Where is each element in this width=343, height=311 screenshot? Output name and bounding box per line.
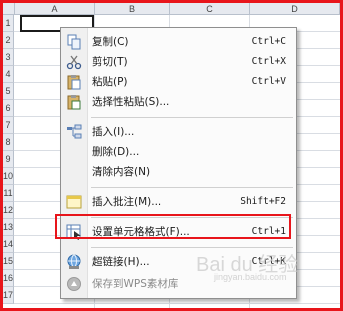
row-header[interactable]: 9 bbox=[3, 151, 14, 168]
row-header[interactable]: 3 bbox=[3, 49, 14, 66]
watermark-url: jingyan.baidu.com bbox=[214, 272, 287, 282]
row-gridline bbox=[14, 303, 340, 304]
copy-icon bbox=[66, 34, 82, 50]
menu-item-clear-contents[interactable]: 清除内容(N) bbox=[62, 162, 294, 182]
row-header[interactable]: 5 bbox=[3, 83, 14, 100]
menu-item-insert-comment[interactable]: 插入批注(M)... Shift+F2 bbox=[62, 192, 294, 212]
row-header[interactable]: 7 bbox=[3, 117, 14, 134]
menu-item-paste-special[interactable]: 选择性粘贴(S)... bbox=[62, 92, 294, 112]
row-header[interactable]: 6 bbox=[3, 100, 14, 117]
row-header[interactable]: 14 bbox=[3, 236, 14, 253]
row-header[interactable]: 11 bbox=[3, 185, 14, 202]
insert-icon bbox=[66, 124, 82, 140]
row-header[interactable]: 4 bbox=[3, 66, 14, 83]
column-header-a[interactable]: A bbox=[15, 3, 95, 15]
column-header-b[interactable]: B bbox=[95, 3, 170, 15]
corner-header[interactable] bbox=[3, 3, 15, 15]
paste-special-icon bbox=[66, 94, 82, 110]
menu-separator bbox=[91, 217, 293, 218]
row-header[interactable]: 10 bbox=[3, 168, 14, 185]
menu-item-delete[interactable]: 删除(D)... bbox=[62, 142, 294, 162]
menu-item-format-cells[interactable]: 设置单元格格式(F)... Ctrl+1 bbox=[62, 222, 294, 242]
hyperlink-icon bbox=[66, 254, 82, 270]
menu-item-copy[interactable]: 复制(C) Ctrl+C bbox=[62, 32, 294, 52]
row-header[interactable]: 1 bbox=[3, 15, 14, 32]
save-library-icon bbox=[66, 276, 82, 292]
row-header[interactable]: 12 bbox=[3, 202, 14, 219]
row-header[interactable]: 15 bbox=[3, 253, 14, 270]
menu-item-insert[interactable]: 插入(I)... bbox=[62, 122, 294, 142]
menu-item-cut[interactable]: 剪切(T) Ctrl+X bbox=[62, 52, 294, 72]
column-header-c[interactable]: C bbox=[170, 3, 250, 15]
comment-icon bbox=[66, 194, 82, 210]
menu-separator bbox=[91, 187, 293, 188]
paste-icon bbox=[66, 74, 82, 90]
row-header[interactable]: 13 bbox=[3, 219, 14, 236]
row-header[interactable]: 2 bbox=[3, 32, 14, 49]
row-header[interactable]: 16 bbox=[3, 270, 14, 287]
menu-separator bbox=[91, 117, 293, 118]
cut-icon bbox=[66, 54, 82, 70]
menu-item-paste[interactable]: 粘贴(P) Ctrl+V bbox=[62, 72, 294, 92]
row-header[interactable]: 17 bbox=[3, 287, 14, 304]
column-header-d[interactable]: D bbox=[250, 3, 340, 15]
format-cells-icon bbox=[66, 224, 82, 240]
row-header[interactable]: 8 bbox=[3, 134, 14, 151]
